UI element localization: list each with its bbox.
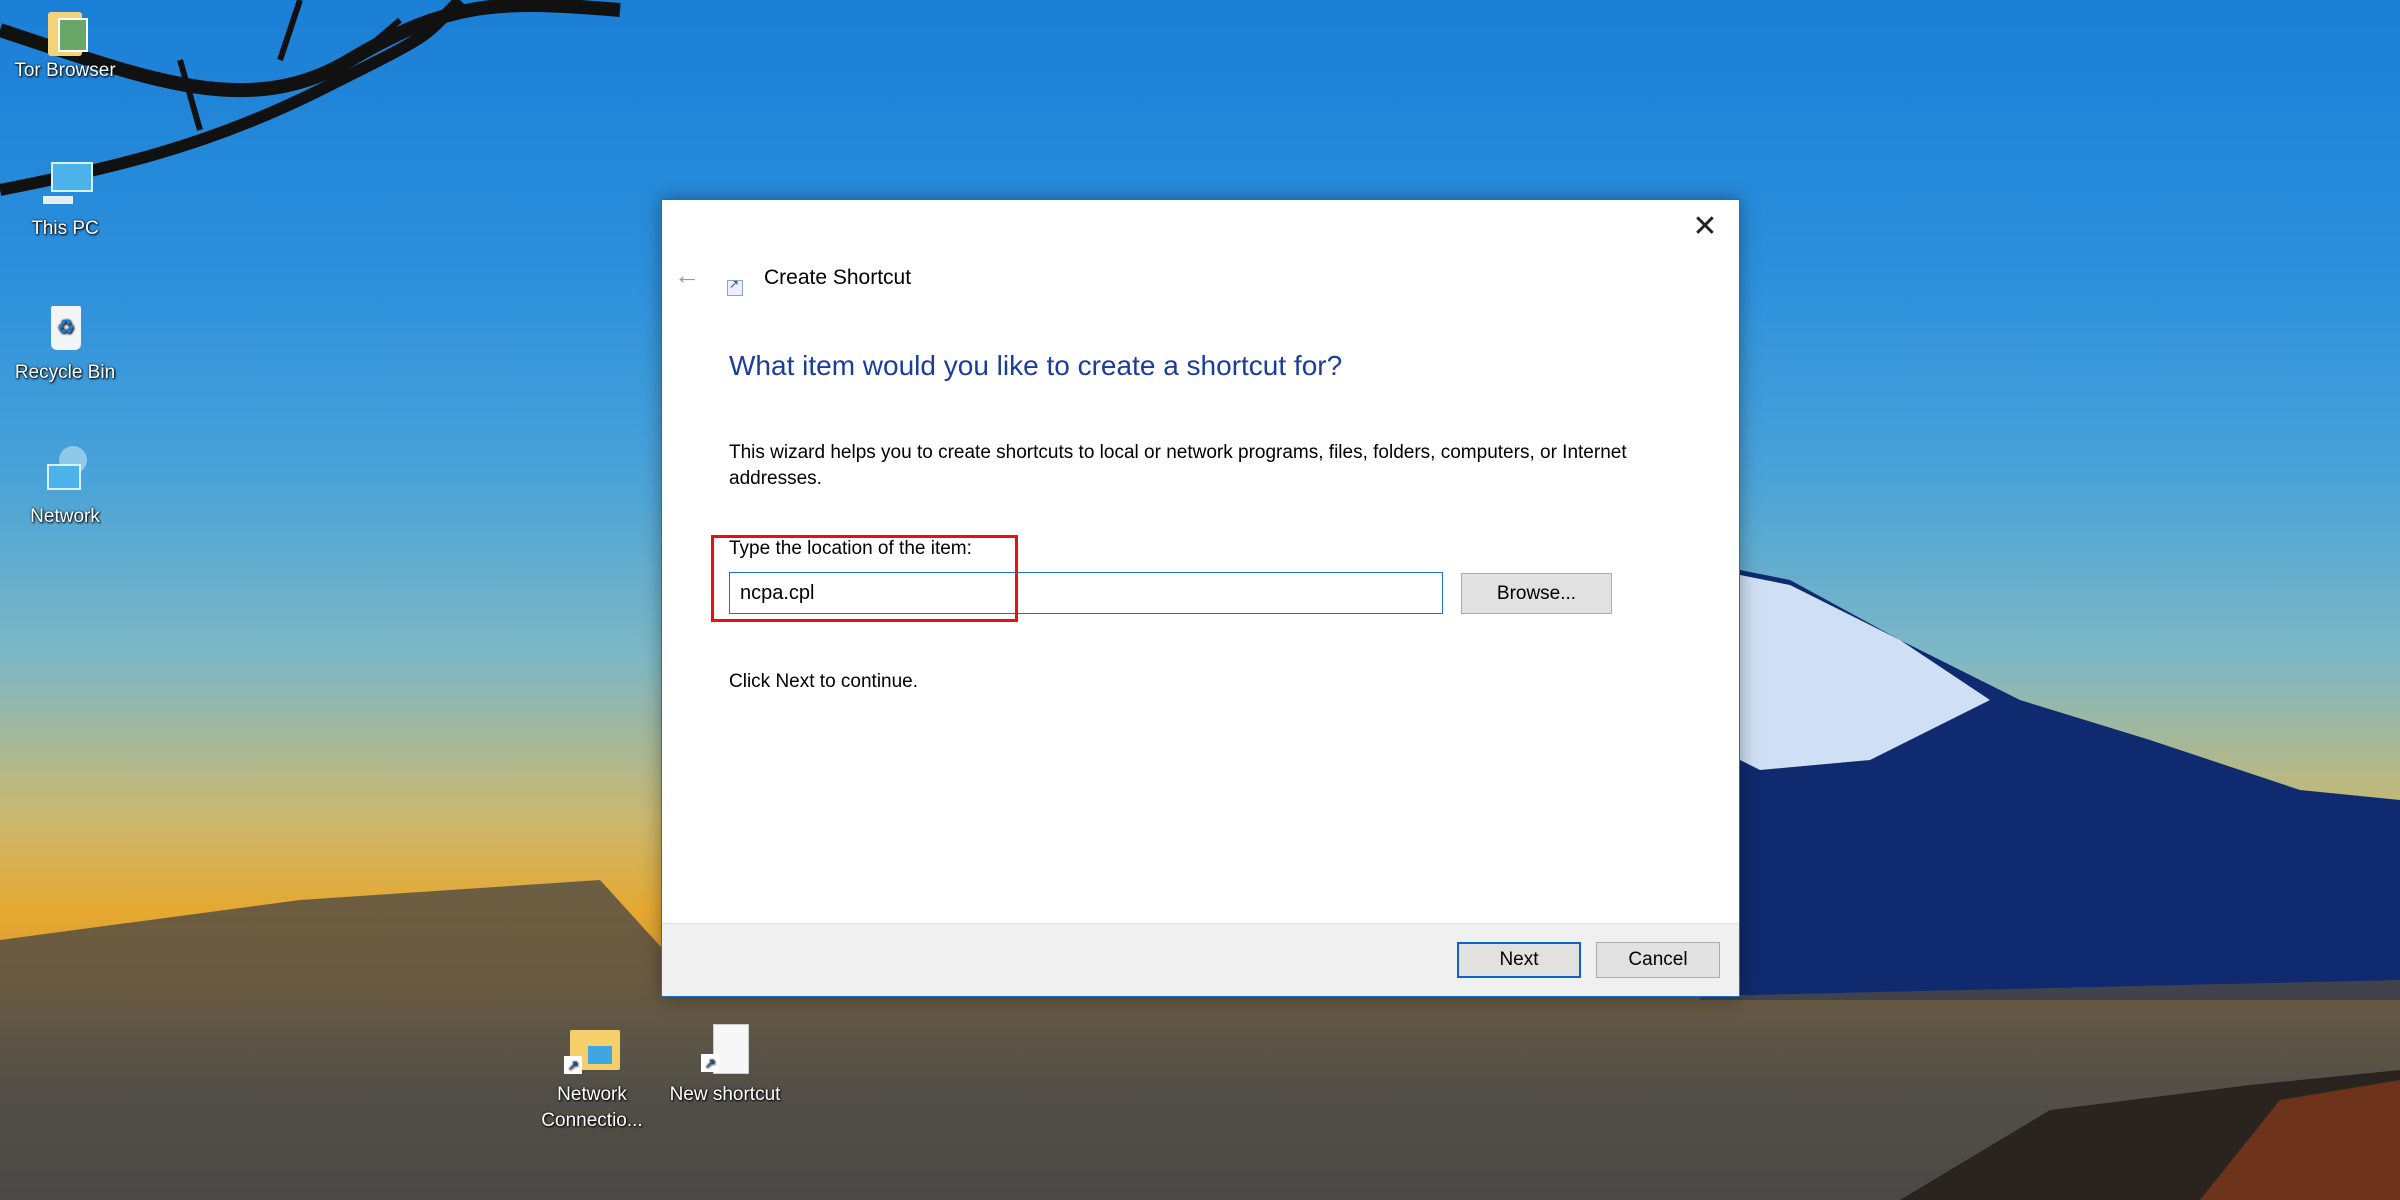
file-shortcut-icon: ↗ [697,1024,753,1080]
dialog-footer: Next Cancel [662,923,1739,996]
browse-button[interactable]: Browse... [1461,573,1612,614]
folder-shortcut-icon: ↗ [564,1024,620,1080]
wizard-heading: What item would you like to create a sho… [729,350,1343,381]
desktop-icon-label: This PC [31,218,99,239]
desktop-icon-label: Network [30,506,100,527]
desktop-icon-label: New shortcut [669,1084,781,1105]
desktop-icon-recycle-bin[interactable]: ♻ Recycle Bin [0,302,130,386]
network-icon [37,446,93,502]
desktop-icon-tor-browser[interactable]: Tor Browser [0,12,130,84]
desktop-icon-this-pc[interactable]: This PC [0,158,130,242]
close-icon: ✕ [1692,209,1718,243]
computer-icon [37,158,93,214]
shortcut-icon [727,277,743,296]
desktop-icon-new-shortcut[interactable]: ↗ New shortcut [660,1024,790,1108]
cancel-button[interactable]: Cancel [1596,942,1720,978]
desktop-icon-network[interactable]: Network [0,446,130,530]
location-label: Type the location of the item: [729,538,972,559]
wizard-description: This wizard helps you to create shortcut… [729,442,1627,489]
desktop-icon-label: Recycle Bin [14,362,116,383]
recycle-bin-icon: ♻ [37,302,93,358]
create-shortcut-dialog: ✕ ← Create Shortcut What item would you … [661,199,1740,997]
tor-browser-folder-icon [48,12,88,56]
dialog-title: Create Shortcut [764,266,912,289]
next-button[interactable]: Next [1457,942,1581,978]
desktop-icon-network-connections[interactable]: ↗ Network Connectio... [527,1024,657,1134]
desktop-icon-label: Network Connectio... [541,1084,643,1131]
desktop-icon-label: Tor Browser [14,60,116,81]
continue-hint: Click Next to continue. [729,671,919,692]
location-field[interactable] [729,572,1443,614]
back-arrow-icon: ← [674,260,700,290]
back-button[interactable]: ← [674,260,700,291]
close-button[interactable]: ✕ [1683,208,1727,244]
